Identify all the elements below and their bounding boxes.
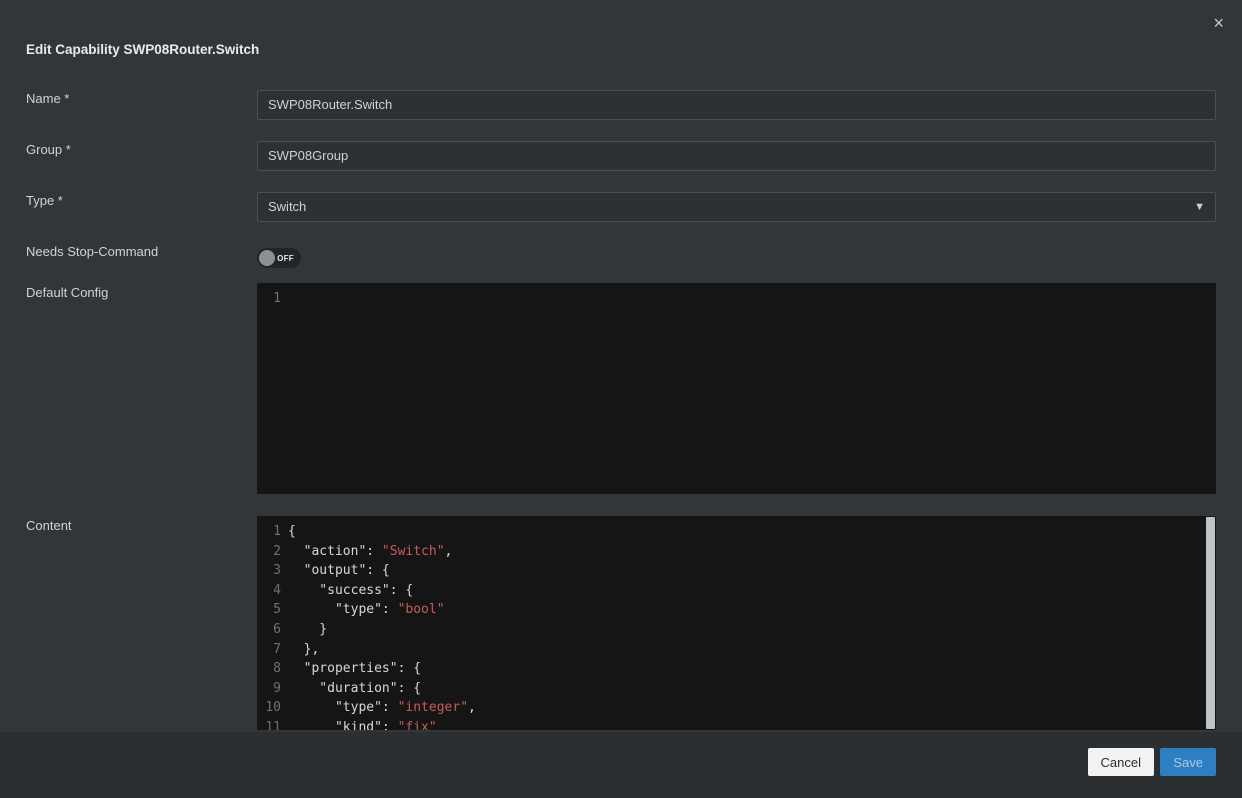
- content-code: 1{2 "action": "Switch",3 "output": {4 "s…: [257, 516, 1216, 730]
- edit-capability-dialog: × Edit Capability SWP08Router.Switch Nam…: [0, 0, 1242, 798]
- default-config-code: 1: [257, 283, 1216, 309]
- default-config-label: Default Config: [26, 285, 108, 300]
- toggle-state-label: OFF: [277, 254, 294, 263]
- content-label: Content: [26, 518, 72, 533]
- content-editor-scrollbar[interactable]: [1206, 517, 1215, 729]
- name-label: Name *: [26, 91, 69, 106]
- type-select[interactable]: Switch ▼: [257, 192, 1216, 222]
- type-select-value: Switch: [268, 199, 306, 214]
- needs-stop-command-toggle[interactable]: OFF: [257, 248, 301, 268]
- chevron-down-icon: ▼: [1194, 193, 1205, 221]
- close-icon[interactable]: ×: [1213, 14, 1224, 32]
- dialog-footer: Cancel Save: [0, 732, 1242, 798]
- type-label: Type *: [26, 193, 63, 208]
- dialog-title: Edit Capability SWP08Router.Switch: [26, 42, 259, 57]
- save-button[interactable]: Save: [1160, 748, 1216, 776]
- name-input[interactable]: SWP08Router.Switch: [257, 90, 1216, 120]
- content-editor[interactable]: 1{2 "action": "Switch",3 "output": {4 "s…: [257, 516, 1216, 730]
- default-config-editor[interactable]: 1: [257, 283, 1216, 494]
- needs-stop-command-label: Needs Stop-Command: [26, 244, 158, 259]
- group-input[interactable]: SWP08Group: [257, 141, 1216, 171]
- group-label: Group *: [26, 142, 71, 157]
- cancel-button[interactable]: Cancel: [1088, 748, 1154, 776]
- toggle-knob: [259, 250, 275, 266]
